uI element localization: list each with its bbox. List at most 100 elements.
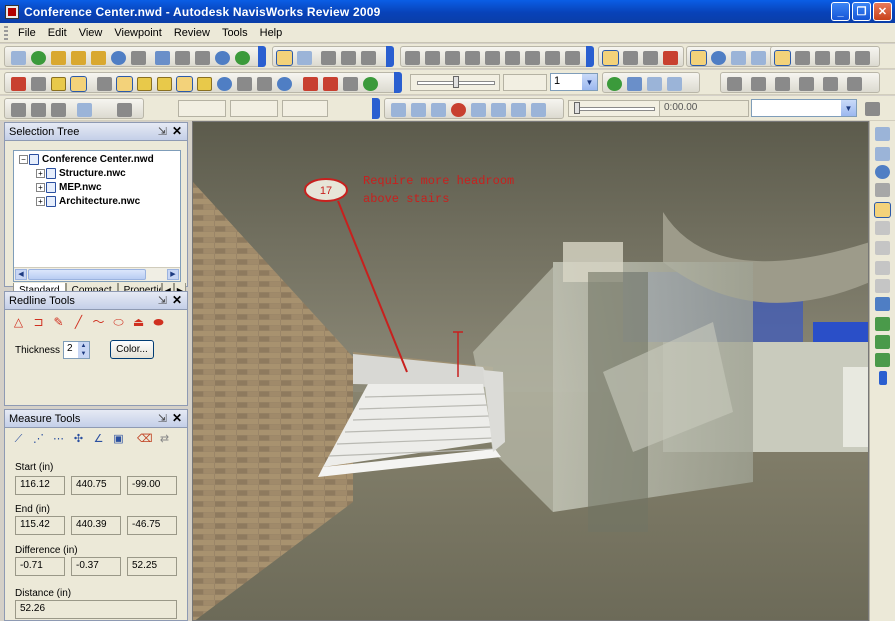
3d-viewport[interactable]: 17 Require more headroom above stairs bbox=[192, 121, 869, 621]
tree-item-mep[interactable]: + MEP.nwc bbox=[36, 182, 102, 193]
section-move-icon[interactable] bbox=[647, 77, 662, 91]
turntable-icon[interactable] bbox=[565, 51, 580, 65]
scrollbar-thumb[interactable] bbox=[28, 269, 146, 280]
thickness-stepper[interactable]: 2 ▲ ▼ bbox=[63, 341, 90, 359]
render-style-icon[interactable] bbox=[623, 51, 638, 65]
rotate-icon[interactable] bbox=[31, 103, 46, 117]
lighting-icon[interactable] bbox=[602, 50, 619, 66]
step-forward-icon[interactable] bbox=[531, 103, 546, 117]
section-rotate-icon[interactable] bbox=[667, 77, 682, 91]
clear-icon[interactable]: ⌫ bbox=[137, 432, 153, 447]
chevron-down-icon[interactable]: ▼ bbox=[582, 74, 597, 90]
clash-b-icon[interactable] bbox=[751, 77, 766, 91]
comment-icon[interactable] bbox=[51, 77, 66, 91]
undo-icon[interactable] bbox=[155, 51, 170, 65]
move-icon[interactable] bbox=[11, 103, 26, 117]
toolbar-overflow-3[interactable] bbox=[586, 46, 594, 67]
minimize-button[interactable]: _ bbox=[831, 2, 850, 21]
point-to-point-icon[interactable]: ⟋ bbox=[11, 432, 26, 447]
close-icon[interactable]: ✕ bbox=[172, 124, 182, 138]
selection-tree-icon[interactable] bbox=[157, 77, 172, 91]
toolbar-overflow-4[interactable] bbox=[394, 72, 402, 93]
points-icon[interactable] bbox=[815, 51, 830, 65]
open-icon[interactable] bbox=[51, 51, 66, 65]
playback-slider-box[interactable] bbox=[568, 100, 660, 117]
navigate-icon[interactable] bbox=[875, 165, 890, 179]
scene-render[interactable]: 17 Require more headroom above stairs bbox=[193, 122, 869, 621]
expand-icon[interactable]: + bbox=[36, 183, 45, 192]
enable-section-icon[interactable] bbox=[607, 77, 622, 91]
section-icon[interactable] bbox=[875, 183, 890, 197]
close-icon[interactable]: ✕ bbox=[172, 293, 182, 307]
close-icon[interactable]: ✕ bbox=[172, 411, 182, 425]
menu-help[interactable]: Help bbox=[254, 27, 289, 39]
section-plane-combo[interactable]: 1 ▼ bbox=[550, 73, 598, 91]
pan-icon[interactable] bbox=[485, 51, 500, 65]
speed-slider-box[interactable] bbox=[410, 74, 500, 91]
tree-root-item[interactable]: − Conference Center.nwd bbox=[19, 154, 154, 165]
scroll-right-icon[interactable]: ▶ bbox=[167, 269, 179, 280]
timeliner-icon[interactable] bbox=[343, 77, 358, 91]
playback-slider-thumb[interactable] bbox=[574, 102, 580, 114]
color-button[interactable]: Color... bbox=[110, 340, 154, 359]
menu-review[interactable]: Review bbox=[168, 27, 216, 39]
menu-file[interactable]: File bbox=[12, 27, 42, 39]
presenter-panel-icon[interactable] bbox=[875, 335, 890, 349]
expand-icon[interactable]: + bbox=[36, 169, 45, 178]
timeliner-panel-icon[interactable] bbox=[875, 317, 890, 331]
toolbar-overflow-2[interactable] bbox=[386, 46, 394, 67]
freehand-icon[interactable]: ✎ bbox=[51, 316, 66, 329]
presenter-icon[interactable] bbox=[363, 77, 378, 91]
point-to-multiple-icon[interactable]: ⋰ bbox=[31, 432, 46, 447]
select-arrow-icon[interactable] bbox=[276, 50, 293, 66]
playback-slider-track[interactable] bbox=[575, 107, 655, 111]
pin-icon[interactable]: ⇲ bbox=[158, 412, 167, 425]
close-button[interactable]: ✕ bbox=[873, 2, 892, 21]
color-swatch-icon[interactable] bbox=[77, 103, 92, 117]
animation-combo[interactable]: ▼ bbox=[751, 99, 857, 117]
toolbar-overflow-1[interactable] bbox=[258, 46, 266, 67]
more-tools-icon[interactable] bbox=[865, 102, 880, 116]
link-icon[interactable] bbox=[31, 77, 46, 91]
transform-y-field[interactable] bbox=[230, 100, 278, 117]
zoom-box-icon[interactable] bbox=[465, 51, 480, 65]
publish-icon[interactable] bbox=[131, 51, 146, 65]
menu-viewpoint[interactable]: Viewpoint bbox=[108, 27, 168, 39]
accumulate-icon[interactable]: ✣ bbox=[71, 432, 86, 447]
look-around-icon[interactable] bbox=[425, 51, 440, 65]
save-icon[interactable] bbox=[111, 51, 126, 65]
pin-icon[interactable]: ⇲ bbox=[158, 125, 167, 138]
angle-icon[interactable]: ∠ bbox=[91, 432, 106, 447]
expand-icon[interactable]: + bbox=[36, 197, 45, 206]
user-icon[interactable] bbox=[875, 297, 890, 311]
convert-to-redline-icon[interactable]: ⇄ bbox=[157, 432, 172, 447]
measure-icon[interactable] bbox=[97, 77, 112, 91]
clash-a-icon[interactable] bbox=[727, 77, 742, 91]
dock-icon[interactable] bbox=[875, 127, 890, 141]
collision-icon[interactable] bbox=[643, 51, 658, 65]
strip-overflow-icon[interactable] bbox=[879, 371, 887, 385]
scale-icon[interactable] bbox=[51, 103, 66, 117]
clash-c-icon[interactable] bbox=[775, 77, 790, 91]
menu-edit[interactable]: Edit bbox=[42, 27, 73, 39]
sets-panel-icon[interactable] bbox=[875, 261, 890, 275]
unhide-icon[interactable] bbox=[361, 51, 376, 65]
stop-icon[interactable] bbox=[491, 103, 506, 117]
scene-stats-icon[interactable] bbox=[323, 77, 338, 91]
orbit-icon[interactable] bbox=[505, 51, 520, 65]
line-string-icon[interactable]: 〜 bbox=[91, 316, 106, 329]
zoom-icon[interactable] bbox=[445, 51, 460, 65]
find-panel-icon[interactable] bbox=[875, 241, 890, 255]
pin-icon[interactable]: ⇲ bbox=[158, 294, 167, 307]
redline-panel-icon[interactable] bbox=[874, 202, 891, 218]
lines-icon[interactable] bbox=[795, 51, 810, 65]
pause-icon[interactable] bbox=[471, 103, 486, 117]
tree-item-structure[interactable]: + Structure.nwc bbox=[36, 168, 126, 179]
redline-tools-icon[interactable] bbox=[70, 76, 87, 92]
menu-grip[interactable] bbox=[4, 25, 8, 40]
cloud-redline-icon[interactable]: ⊐ bbox=[31, 316, 46, 329]
comments-panel-icon[interactable] bbox=[875, 221, 890, 235]
examine-icon[interactable] bbox=[525, 51, 540, 65]
area-icon[interactable]: ▣ bbox=[111, 432, 126, 447]
record-icon[interactable] bbox=[451, 103, 466, 117]
